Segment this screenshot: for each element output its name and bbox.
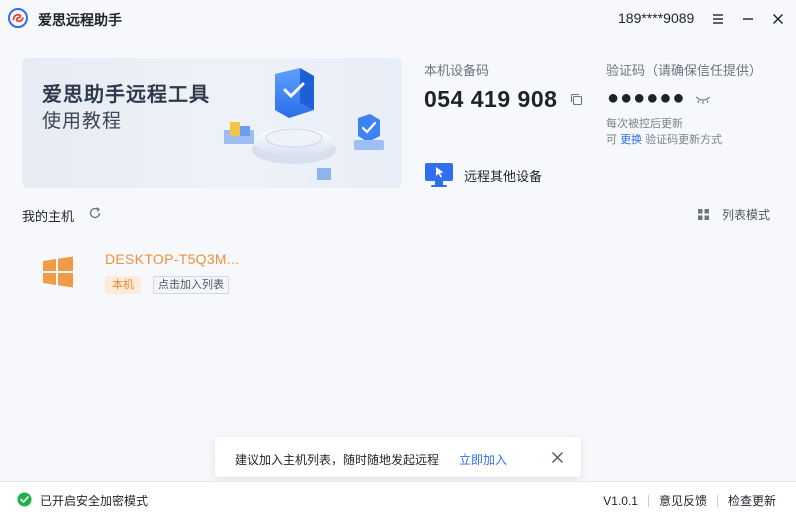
host-name: DESKTOP-T5Q3M... [105, 251, 240, 267]
verify-note-prefix: 可 [606, 134, 617, 146]
list-mode-toggle[interactable]: 列表模式 [698, 206, 770, 223]
remote-other-device-button[interactable]: 远程其他设备 [424, 162, 542, 188]
refresh-icon[interactable] [88, 206, 102, 220]
list-mode-label: 列表模式 [722, 208, 771, 222]
check-update-link[interactable]: 检查更新 [728, 492, 776, 509]
eye-closed-icon[interactable] [695, 95, 711, 105]
divider [647, 494, 649, 507]
copy-icon[interactable] [570, 93, 583, 106]
monitor-cursor-icon [425, 163, 453, 187]
status-bar: 已开启安全加密模式 V1.0.1 意见反馈 检查更新 [0, 481, 796, 518]
status-links: V1.0.1 意见反馈 检查更新 [603, 492, 776, 509]
close-icon [773, 14, 783, 24]
toast-message: 建议加入主机列表，随时随地发起远程 [235, 453, 440, 467]
minimize-button[interactable] [736, 7, 760, 31]
banner-subtitle: 使用教程 [42, 111, 123, 132]
close-icon[interactable] [551, 451, 564, 464]
change-verify-link[interactable]: 更换 [620, 134, 642, 146]
verify-note-suffix: 验证码更新方式 [645, 134, 723, 146]
add-host-toast: 建议加入主机列表，随时随地发起远程 立即加入 [215, 437, 581, 477]
hamburger-menu-icon [713, 14, 723, 24]
verify-code-label: 验证码（请确保信任提供） [606, 63, 763, 78]
user-account-id[interactable]: 189****9089 [618, 10, 694, 26]
title-bar: 爱思远程助手 189****9089 [0, 0, 796, 38]
banner-illustration-icon [224, 68, 384, 180]
device-code-label: 本机设备码 [424, 63, 490, 78]
version-label: V1.0.1 [603, 493, 638, 508]
menu-button[interactable] [706, 7, 730, 31]
close-window-button[interactable] [766, 7, 790, 31]
verify-code-note: 每次被控后更新 [606, 118, 683, 130]
minimize-icon [743, 18, 753, 20]
app-logo-icon [8, 8, 28, 28]
secure-mode-status: 已开启安全加密模式 [40, 494, 149, 508]
my-hosts-title: 我的主机 [22, 209, 75, 224]
divider [716, 494, 718, 507]
grid-icon [698, 209, 709, 220]
host-card[interactable]: DESKTOP-T5Q3M... 本机 点击加入列表 [22, 238, 282, 306]
remote-other-label: 远程其他设备 [464, 168, 543, 184]
verify-code-change-note: 可 更换 验证码更新方式 [606, 131, 722, 147]
device-code-value: 054 419 908 [424, 86, 558, 112]
check-circle-icon [17, 492, 32, 507]
join-now-link[interactable]: 立即加入 [459, 451, 507, 468]
verify-code-masked: ●●●●●● [607, 87, 686, 109]
app-title: 爱思远程助手 [38, 12, 122, 28]
feedback-link[interactable]: 意见反馈 [659, 492, 707, 509]
tutorial-banner[interactable]: 爱思助手远程工具 使用教程 [22, 58, 402, 188]
local-host-badge: 本机 [105, 276, 141, 294]
windows-logo-icon [43, 256, 73, 288]
add-to-list-button[interactable]: 点击加入列表 [153, 276, 229, 294]
